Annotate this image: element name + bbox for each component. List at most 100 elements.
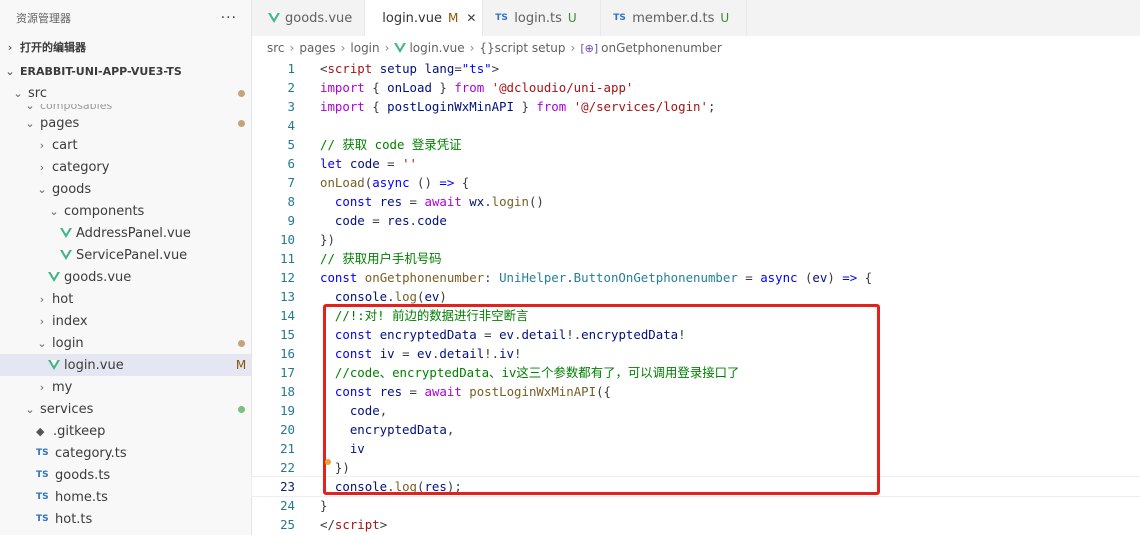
code-token: const bbox=[334, 384, 373, 399]
chevron-down-icon: ⌄ bbox=[5, 64, 15, 78]
editor-tab[interactable]: goods.vue bbox=[252, 0, 366, 36]
tree-item[interactable]: TS hot.ts bbox=[0, 508, 251, 530]
tree-item[interactable]: ⌄ goods bbox=[0, 178, 251, 200]
code-line[interactable]: 8 const res = await wx.login() bbox=[252, 192, 1140, 211]
tree-item[interactable]: ⌄ services bbox=[0, 398, 251, 420]
tree-item[interactable]: › index bbox=[0, 310, 251, 332]
tree-item[interactable]: › my bbox=[0, 376, 251, 398]
breadcrumb-separator-icon: › bbox=[469, 41, 475, 55]
code-token: console bbox=[334, 289, 388, 304]
code-token: res bbox=[387, 213, 410, 228]
line-number: 1 bbox=[287, 61, 295, 76]
tree-item[interactable]: › hot bbox=[0, 288, 251, 310]
code-line[interactable]: 14 //!:对! 前边的数据进行非空断言 bbox=[252, 306, 1140, 325]
code-line[interactable]: 13 console.log(ev) bbox=[252, 287, 1140, 306]
code-token: from bbox=[536, 99, 567, 114]
file-tree: ⌄ src ⌄ composables ⌄ pages › cart › category ⌄ goo… bbox=[0, 82, 251, 530]
code-line[interactable]: 7 onLoad(async () => { bbox=[252, 173, 1140, 192]
code-line[interactable]: 11 // 获取用户手机号码 bbox=[252, 249, 1140, 268]
line-number: 17 bbox=[280, 365, 295, 380]
modified-dot-icon bbox=[237, 340, 245, 347]
line-number: 7 bbox=[287, 175, 295, 190]
tree-item[interactable]: ◆ .gitkeep bbox=[0, 420, 251, 442]
project-label: ERABBIT-UNI-APP-VUE3-TS bbox=[20, 64, 182, 78]
tree-item[interactable]: › category bbox=[0, 156, 251, 178]
code-line[interactable]: 20 encryptedData, bbox=[252, 420, 1140, 439]
breadcrumb-item[interactable]: login.vue bbox=[409, 41, 464, 55]
tree-item[interactable]: › cart bbox=[0, 134, 251, 156]
tree-item[interactable]: ⌄ src bbox=[0, 82, 251, 104]
code-line[interactable]: 22 }) bbox=[252, 458, 1140, 477]
git-status bbox=[231, 86, 251, 100]
code-token: > bbox=[491, 61, 500, 76]
code-editor[interactable]: 1 <script setup lang="ts"> 2 import { onLoa… bbox=[251, 59, 1140, 534]
more-actions-icon[interactable]: ··· bbox=[221, 10, 237, 26]
code-line[interactable]: 23 console.log(res); bbox=[251, 476, 1140, 497]
tree-item[interactable]: ⌄ pages bbox=[0, 112, 251, 134]
code-token: res bbox=[379, 194, 403, 209]
code-line[interactable]: 1 <script setup lang="ts"> bbox=[252, 59, 1140, 78]
editor-tab[interactable]: login.vue M ✕ bbox=[365, 0, 484, 36]
close-icon[interactable]: ✕ bbox=[466, 11, 476, 25]
open-editors-section[interactable]: › 打开的编辑器 bbox=[0, 36, 251, 58]
tree-item[interactable]: ⌄ composables bbox=[0, 104, 251, 112]
breadcrumb-item[interactable]: pages bbox=[299, 41, 335, 55]
editor-tab[interactable]: TS login.ts U bbox=[483, 0, 602, 36]
code-line[interactable]: 5 // 获取 code 登录凭证 bbox=[252, 135, 1140, 154]
code-text: } bbox=[320, 496, 327, 515]
tree-item-label: goods bbox=[52, 181, 92, 197]
code-line[interactable]: 18 const res = await postLoginWxMinAPI({ bbox=[252, 382, 1140, 401]
code-line[interactable]: 15 const encryptedData = ev.detail!.encr… bbox=[252, 325, 1140, 344]
code-text: // 获取用户手机号码 bbox=[320, 249, 442, 268]
code-line[interactable]: 19 code, bbox=[252, 401, 1140, 420]
code-line[interactable]: 21 iv bbox=[252, 439, 1140, 458]
breadcrumb-item[interactable]: onGetphonenumber bbox=[601, 41, 722, 55]
editor-tab[interactable]: TS member.d.ts U bbox=[601, 0, 748, 36]
code-token: setup bbox=[379, 61, 418, 76]
lightbulb-indicator-icon[interactable] bbox=[325, 459, 331, 465]
breadcrumb-item[interactable]: login bbox=[350, 41, 379, 55]
breadcrumb-item[interactable]: script setup bbox=[495, 41, 566, 55]
code-line[interactable]: 16 const iv = ev.detail!.iv! bbox=[252, 344, 1140, 363]
code-token: = bbox=[402, 194, 425, 209]
code-token: = bbox=[364, 213, 388, 228]
code-line[interactable]: 10}) bbox=[252, 230, 1140, 249]
tree-item[interactable]: AddressPanel.vue bbox=[0, 222, 251, 244]
tree-item[interactable]: TS goods.ts bbox=[0, 464, 251, 486]
code-token: iv bbox=[499, 346, 515, 361]
tree-item[interactable]: ⌄ components bbox=[0, 200, 251, 222]
code-line[interactable]: 12 const onGetphonenumber: UniHelper.Butt… bbox=[252, 268, 1140, 287]
line-number: 20 bbox=[280, 422, 295, 437]
tree-item[interactable]: ⌄ login bbox=[0, 332, 251, 354]
code-line[interactable]: 4 bbox=[252, 116, 1140, 135]
project-section[interactable]: ⌄ ERABBIT-UNI-APP-VUE3-TS bbox=[0, 60, 251, 82]
code-token: . bbox=[387, 289, 395, 304]
code-line[interactable]: 6 let code = '' bbox=[252, 154, 1140, 173]
tree-item[interactable]: login.vue M bbox=[0, 354, 251, 376]
code-token: => bbox=[842, 270, 858, 285]
code-line[interactable]: 9 code = res.code bbox=[252, 211, 1140, 230]
code-line[interactable]: 25 </script> bbox=[252, 515, 1140, 534]
line-number: 21 bbox=[280, 441, 295, 456]
tree-item[interactable]: goods.vue bbox=[0, 266, 251, 288]
breadcrumb-item[interactable]: src bbox=[267, 41, 285, 55]
line-number: 13 bbox=[280, 289, 295, 304]
breadcrumb-separator-icon: › bbox=[340, 41, 346, 55]
tree-item-label: AddressPanel.vue bbox=[76, 225, 191, 241]
tree-item[interactable]: ServicePanel.vue bbox=[0, 244, 251, 266]
tree-item[interactable]: TS category.ts bbox=[0, 442, 251, 464]
code-line[interactable]: 2 import { onLoad } from '@dcloudio/uni-a… bbox=[252, 78, 1140, 97]
code-line[interactable]: 3 import { postLoginWxMinAPI } from '@/se… bbox=[252, 97, 1140, 116]
code-token: const bbox=[320, 270, 358, 285]
code-token: () bbox=[528, 194, 544, 209]
code-line[interactable]: 17 //code、encryptedData、iv这三个参数都有了，可以调用登… bbox=[252, 363, 1140, 382]
tree-item[interactable]: TS home.ts bbox=[0, 486, 251, 508]
code-token: { bbox=[364, 80, 388, 95]
code-token: , bbox=[379, 403, 388, 418]
tab-label: login.vue bbox=[382, 10, 442, 26]
code-token: encryptedData bbox=[379, 327, 477, 342]
code-line[interactable]: 24} bbox=[252, 496, 1140, 515]
tab-label: goods.vue bbox=[285, 10, 353, 26]
